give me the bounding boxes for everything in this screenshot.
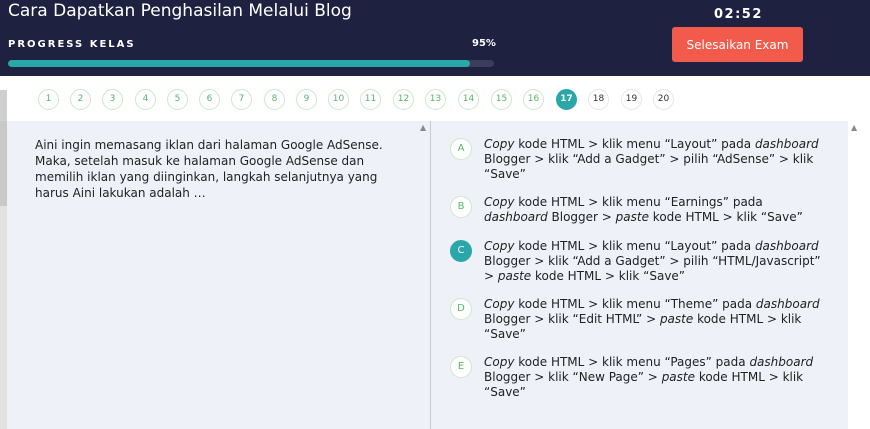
- option-text-part: kode HTML > klik “Save”: [531, 269, 686, 283]
- option-text-part: kode HTML > klik menu “Pages” pada: [514, 355, 750, 369]
- question-number-12[interactable]: 12: [393, 89, 414, 110]
- question-number-8[interactable]: 8: [264, 89, 285, 110]
- question-number-6[interactable]: 6: [199, 89, 220, 110]
- option-text-part: Copy: [484, 195, 515, 209]
- option-text[interactable]: Copy kode HTML > klik menu “Earnings” pa…: [484, 195, 824, 225]
- option-text-part: paste: [497, 269, 532, 283]
- question-number-14[interactable]: 14: [458, 89, 479, 110]
- option-text-part: Blogger > klik “Add a Gadget” > pilih “A…: [484, 152, 814, 181]
- option-text-part: dashboard: [755, 297, 820, 311]
- progress-label: PROGRESS KELAS: [8, 39, 136, 50]
- page-title: Cara Dapatkan Penghasilan Melalui Blog: [8, 1, 352, 21]
- option-letter[interactable]: D: [450, 298, 472, 320]
- option-text-part: dashboard: [754, 137, 819, 151]
- option-letter[interactable]: A: [450, 138, 472, 160]
- question-number-5[interactable]: 5: [167, 89, 188, 110]
- progress-percent: 95%: [472, 38, 496, 49]
- question-number-19[interactable]: 19: [621, 89, 642, 110]
- options-scrollbar[interactable]: [848, 121, 870, 429]
- option-text-part: Blogger >: [547, 210, 616, 224]
- question-number-11[interactable]: 11: [360, 89, 381, 110]
- option-text-part: Copy: [484, 239, 515, 253]
- option-text[interactable]: Copy kode HTML > klik menu “Layout” pada…: [484, 239, 824, 284]
- option-text[interactable]: Copy kode HTML > klik menu “Pages” pada …: [484, 355, 824, 400]
- option-text-part: kode HTML > klik menu “Theme” pada: [514, 297, 756, 311]
- question-number-15[interactable]: 15: [491, 89, 512, 110]
- option-text[interactable]: Copy kode HTML > klik menu “Theme” pada …: [484, 297, 824, 342]
- question-number-3[interactable]: 3: [102, 89, 123, 110]
- question-number-20[interactable]: 20: [653, 89, 674, 110]
- option-text-part: dashboard: [484, 210, 548, 224]
- question-number-9[interactable]: 9: [296, 89, 317, 110]
- question-number-16[interactable]: 16: [523, 89, 544, 110]
- progress-bar: [8, 60, 494, 67]
- finish-exam-button[interactable]: Selesaikan Exam: [672, 27, 803, 62]
- option-text-part: Blogger > klik “New Page” >: [484, 370, 662, 384]
- option-letter[interactable]: E: [450, 356, 472, 378]
- question-number-17[interactable]: 17: [556, 89, 577, 110]
- option-text-part: dashboard: [749, 355, 814, 369]
- left-scrollbar-top: [0, 90, 7, 121]
- option-text-part: kode HTML > klik menu “Layout” pada: [514, 137, 755, 151]
- option-letter[interactable]: C: [450, 240, 472, 262]
- scroll-up-icon[interactable]: ▲: [851, 123, 857, 132]
- question-scrollbar-thumb[interactable]: [0, 121, 7, 206]
- question-number-13[interactable]: 13: [425, 89, 446, 110]
- question-number-4[interactable]: 4: [135, 89, 156, 110]
- option-text-part: Copy: [484, 355, 515, 369]
- option-text[interactable]: Copy kode HTML > klik menu “Layout” pada…: [484, 137, 824, 182]
- progress-bar-fill: [8, 60, 470, 67]
- option-text-part: kode HTML > klik “Save”: [648, 210, 803, 224]
- option-text-part: kode HTML > klik menu “Earnings” pada: [514, 195, 763, 209]
- scroll-up-icon[interactable]: ▲: [420, 123, 426, 132]
- question-number-10[interactable]: 10: [328, 89, 349, 110]
- question-number-1[interactable]: 1: [38, 89, 59, 110]
- option-text-part: paste: [615, 210, 649, 224]
- option-text-part: paste: [659, 312, 694, 326]
- option-text-part: paste: [661, 370, 695, 384]
- option-text-part: kode HTML > klik menu “Layout” pada: [514, 239, 755, 253]
- panel-divider: [430, 121, 431, 429]
- option-text-part: Blogger > klik “Edit HTML” >: [484, 312, 660, 326]
- option-letter[interactable]: B: [450, 196, 472, 218]
- question-number-7[interactable]: 7: [231, 89, 252, 110]
- option-text-part: Copy: [484, 297, 515, 311]
- option-text-part: dashboard: [754, 239, 819, 253]
- exam-timer: 02:52: [714, 7, 763, 22]
- option-text-part: Copy: [484, 137, 515, 151]
- question-number-18[interactable]: 18: [588, 89, 609, 110]
- question-text: Aini ingin memasang iklan dari halaman G…: [35, 138, 383, 200]
- question-number-2[interactable]: 2: [70, 89, 91, 110]
